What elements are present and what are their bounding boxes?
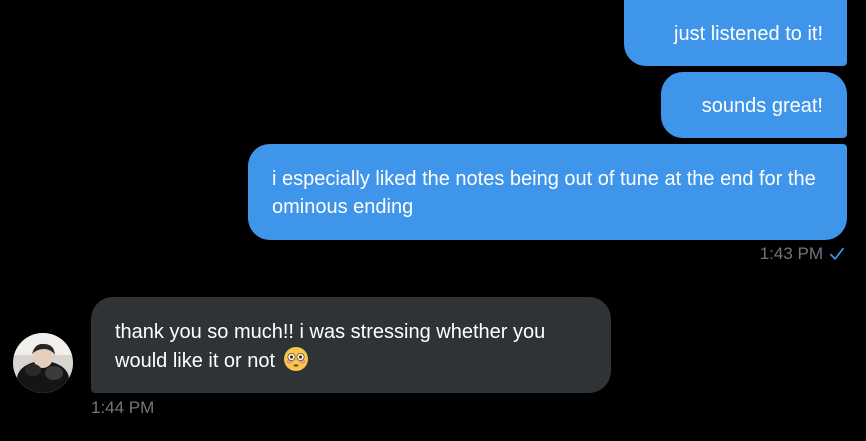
sent-message-3-text: i especially liked the notes being out o… [272,168,816,218]
received-message-1-text: thank you so much!! i was stressing whet… [115,321,546,372]
sent-message-1-text: just listened to it! [674,23,823,45]
sent-message-1[interactable]: just listened to it! [624,0,847,66]
flushed-face-icon [283,347,308,371]
checkmark-icon [830,247,844,260]
avatar[interactable] [13,333,73,393]
sent-message-meta: 1:43 PM [760,244,846,264]
avatar-image [13,333,73,393]
received-message-1[interactable]: thank you so much!! i was stressing whet… [91,297,611,393]
sent-timestamp: 1:43 PM [759,244,823,263]
sent-message-2-text: sounds great! [701,95,823,117]
sent-message-2[interactable]: sounds great! [661,72,847,138]
sent-message-3[interactable]: i especially liked the notes being out o… [248,144,847,240]
received-timestamp: 1:44 PM [91,398,155,417]
